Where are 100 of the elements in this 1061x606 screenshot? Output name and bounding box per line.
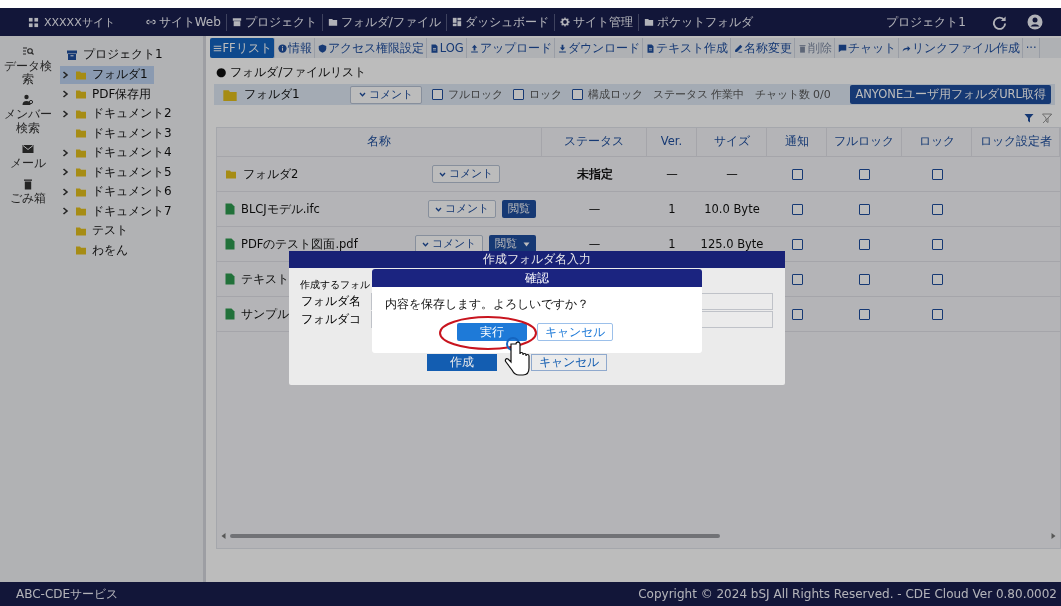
pen-icon	[733, 43, 743, 53]
tree-item[interactable]: ドキュメント4	[60, 143, 178, 162]
checkbox[interactable]	[791, 238, 803, 250]
checkbox[interactable]	[572, 89, 583, 100]
checkbox[interactable]	[931, 203, 943, 215]
column-header[interactable]: サイズ	[697, 128, 767, 156]
tree-item[interactable]: PDF保存用	[60, 85, 158, 103]
toolbar-button[interactable]: アップロード	[467, 38, 556, 58]
column-header[interactable]: ステータス	[542, 128, 647, 156]
column-header[interactable]: ロック	[902, 128, 972, 156]
tree-item[interactable]: プロジェクト1	[60, 45, 201, 64]
checkbox[interactable]	[791, 168, 803, 180]
tree-item[interactable]: ドキュメント7	[60, 202, 178, 220]
file-name[interactable]: テキスト	[241, 271, 289, 287]
file-name[interactable]: BLCJモデル.ifc	[241, 201, 320, 217]
checkbox[interactable]	[859, 168, 870, 180]
checkbox[interactable]	[931, 308, 943, 320]
document-icon	[645, 43, 655, 53]
checkbox[interactable]	[859, 238, 870, 250]
chevron-icon	[61, 109, 69, 118]
cancel-button[interactable]: キャンセル	[537, 323, 613, 341]
table-cell: 1	[668, 237, 676, 251]
folder-icon	[75, 244, 87, 256]
execute-button[interactable]: 実行	[457, 323, 527, 341]
tree-item[interactable]: フォルダ1	[60, 65, 154, 84]
tree-item[interactable]: ドキュメント5	[60, 163, 178, 181]
nav-link[interactable]: ポケットフォルダ	[637, 13, 758, 31]
toolbar-button[interactable]: FFリスト	[210, 38, 276, 58]
toolbar-button[interactable]: ···	[1023, 38, 1041, 58]
rail-button[interactable]: メンバー検索	[2, 94, 54, 135]
filter-icon[interactable]	[1024, 113, 1034, 123]
toolbar-button[interactable]: ダウンロード	[555, 38, 644, 58]
dialog-button[interactable]: 作成	[427, 354, 497, 371]
table-cell: 125.0 Byte	[700, 237, 764, 251]
nav-link[interactable]: ダッシュボード	[445, 13, 554, 31]
filter-clear-icon[interactable]	[1042, 113, 1053, 124]
toolbar-button[interactable]: LOG	[427, 38, 468, 58]
refresh-icon[interactable]	[992, 14, 1007, 30]
chevron-icon	[61, 187, 69, 196]
url-button[interactable]: ANYONEユーザ用フォルダURL取得	[850, 85, 1051, 104]
comment-button[interactable]: コメント	[432, 165, 500, 183]
tree-item[interactable]: ドキュメント2	[60, 104, 178, 123]
checkbox[interactable]	[791, 308, 803, 320]
toolbar-button[interactable]: チャット	[835, 38, 900, 58]
tree-item[interactable]: テスト	[60, 221, 134, 240]
file-icon	[225, 273, 235, 285]
toolbar-button[interactable]: テキスト作成	[643, 38, 732, 58]
checkbox[interactable]	[931, 238, 943, 250]
folder-icon	[75, 88, 87, 100]
checkbox[interactable]	[432, 89, 443, 100]
toolbar-button[interactable]: アクセス権限設定	[315, 38, 428, 58]
toolbar-button[interactable]: リンクファイル作成	[899, 38, 1024, 58]
scroll-right-icon[interactable]	[1051, 533, 1056, 539]
chevron-down-icon	[359, 92, 366, 97]
checkbox[interactable]	[513, 89, 524, 100]
nav-link[interactable]: プロジェクト	[225, 13, 322, 31]
folder-icon	[327, 17, 338, 27]
chat-icon	[837, 43, 847, 53]
trash-icon	[22, 177, 34, 190]
chevron-icon	[61, 168, 69, 176]
tree-item[interactable]: ドキュメント6	[60, 182, 178, 201]
view-button[interactable]: 閲覧	[502, 200, 536, 218]
rail-button[interactable]: データ検索	[2, 46, 54, 87]
tree-item[interactable]: ドキュメント3	[60, 124, 178, 142]
info-icon	[277, 43, 287, 53]
toolbar-button[interactable]: 名称変更	[731, 38, 796, 58]
site-link[interactable]: XXXXXサイト	[28, 14, 115, 30]
rail-button[interactable]: メール	[2, 142, 54, 170]
column-header[interactable]: Ver.	[647, 128, 697, 156]
user-icon[interactable]	[1027, 14, 1043, 30]
file-name[interactable]: サンプル	[241, 306, 289, 322]
scroll-left-icon[interactable]	[221, 533, 226, 539]
checkbox[interactable]	[791, 273, 803, 285]
checkbox[interactable]	[859, 308, 870, 320]
member-search-icon	[22, 94, 34, 107]
mail-icon	[22, 142, 34, 155]
document-icon	[429, 43, 439, 53]
nav-link[interactable]: サイトWeb	[140, 13, 226, 31]
field-label: フォルダコ	[301, 310, 361, 328]
scrollbar-thumb[interactable]	[230, 534, 720, 538]
tree-item[interactable]: わをん	[60, 241, 134, 259]
nav-link[interactable]: フォルダ/ファイル	[321, 13, 446, 31]
column-header[interactable]: 通知	[767, 128, 827, 156]
checkbox[interactable]	[859, 203, 870, 215]
file-name[interactable]: フォルダ2	[243, 166, 299, 182]
checkbox[interactable]	[931, 168, 943, 180]
dialog-button[interactable]: キャンセル	[531, 354, 607, 371]
comment-button[interactable]: コメント	[350, 85, 422, 104]
column-header[interactable]: ロック設定者	[972, 128, 1060, 156]
folder-icon	[75, 127, 87, 139]
comment-button[interactable]: コメント	[428, 200, 496, 218]
checkbox[interactable]	[931, 273, 943, 285]
rail-button[interactable]: ごみ箱	[2, 177, 54, 206]
toolbar-button[interactable]: 情報	[275, 38, 316, 58]
column-header[interactable]: 名称	[217, 128, 542, 156]
checkbox[interactable]	[791, 203, 803, 215]
column-header[interactable]: フルロック	[827, 128, 902, 156]
nav-link[interactable]: サイト管理	[553, 13, 638, 31]
file-name[interactable]: PDFのテスト図面.pdf	[241, 236, 358, 252]
checkbox[interactable]	[859, 273, 870, 285]
